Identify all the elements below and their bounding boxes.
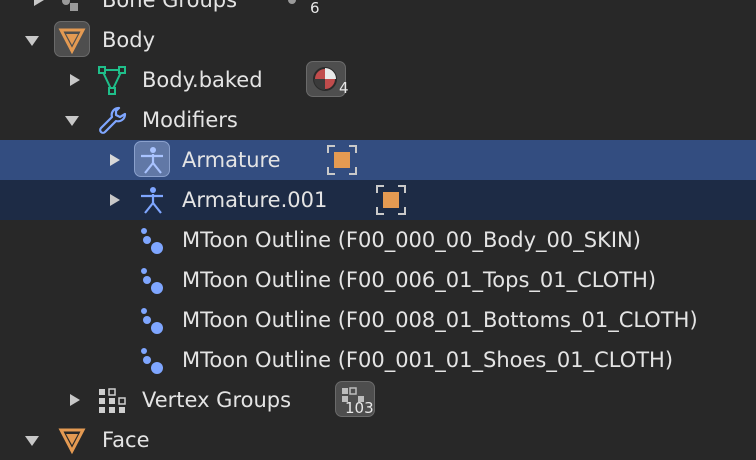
bone-group-badge-icon [284, 0, 308, 16]
geometry-nodes-icon [137, 225, 167, 255]
mesh-data-icon [97, 65, 127, 95]
tree-row-armature[interactable]: Armature [0, 140, 756, 180]
tree-row-label: Bone Groups [102, 0, 238, 12]
mesh-object-icon [57, 25, 87, 55]
tree-row-face[interactable]: Face [0, 420, 756, 460]
armature-object-icon[interactable] [326, 144, 358, 180]
tree-row-label: Modifiers [142, 108, 238, 132]
collapse-arrow-icon[interactable] [22, 30, 42, 50]
bone-group-count: 6 [310, 0, 320, 17]
tree-row-mtoon-outline[interactable]: MToon Outline (F00_008_01_Bottoms_01_CLO… [0, 300, 756, 340]
expand-arrow-icon[interactable] [104, 190, 124, 210]
tree-row-label: Armature.001 [182, 188, 328, 212]
tree-row-bone-groups[interactable]: Bone Groups 6 [0, 0, 756, 20]
expand-arrow-icon[interactable] [64, 390, 84, 410]
wrench-icon [97, 105, 127, 135]
geometry-nodes-icon [137, 305, 167, 335]
tree-row-modifiers[interactable]: Modifiers [0, 100, 756, 140]
vertex-groups-count: 103 [345, 399, 374, 417]
material-count: 4 [339, 79, 349, 97]
tree-row-mtoon-outline[interactable]: MToon Outline (F00_000_00_Body_00_SKIN) [0, 220, 756, 260]
tree-row-label: Vertex Groups [142, 388, 292, 412]
expand-arrow-icon[interactable] [64, 70, 84, 90]
tree-row-mtoon-outline[interactable]: MToon Outline (F00_001_01_Shoes_01_CLOTH… [0, 340, 756, 380]
collapse-arrow-icon[interactable] [22, 430, 42, 450]
tree-row-armature-001[interactable]: Armature.001 [0, 180, 756, 220]
tree-row-label: MToon Outline (F00_006_01_Tops_01_CLOTH) [182, 268, 657, 292]
armature-object-icon[interactable] [375, 184, 407, 220]
tree-row-label: MToon Outline (F00_001_01_Shoes_01_CLOTH… [182, 348, 674, 372]
expand-arrow-icon[interactable] [28, 0, 48, 10]
armature-modifier-icon [137, 145, 167, 175]
tree-row-vertex-groups[interactable]: Vertex Groups 103 [0, 380, 756, 420]
collapse-arrow-icon[interactable] [62, 110, 82, 130]
tree-row-body-baked[interactable]: Body.baked 4 [0, 60, 756, 100]
tree-row-body[interactable]: Body [0, 20, 756, 60]
bone-groups-icon [58, 0, 88, 15]
expand-arrow-icon[interactable] [104, 150, 124, 170]
geometry-nodes-icon [137, 265, 167, 295]
tree-row-mtoon-outline[interactable]: MToon Outline (F00_006_01_Tops_01_CLOTH) [0, 260, 756, 300]
armature-modifier-icon [137, 185, 167, 215]
tree-row-label: MToon Outline (F00_008_01_Bottoms_01_CLO… [182, 308, 698, 332]
tree-row-label: Armature [182, 148, 281, 172]
tree-row-label: Body.baked [142, 68, 263, 92]
tree-row-label: Body [102, 28, 156, 52]
vertex-groups-icon [97, 385, 127, 415]
geometry-nodes-icon [137, 345, 167, 375]
tree-row-label: MToon Outline (F00_000_00_Body_00_SKIN) [182, 228, 641, 252]
mesh-object-icon [57, 425, 87, 455]
tree-row-label: Face [102, 428, 150, 452]
